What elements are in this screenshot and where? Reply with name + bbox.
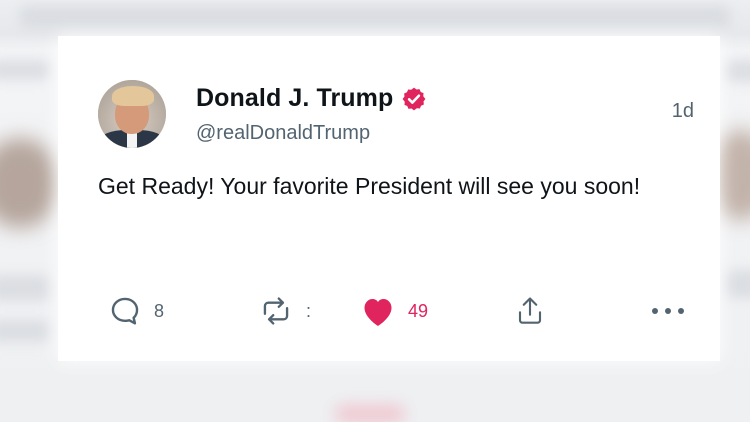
share-button[interactable] xyxy=(515,294,545,328)
retweet-count: : xyxy=(306,300,312,321)
more-horizontal-icon xyxy=(650,306,686,316)
blurred-strip xyxy=(0,320,50,342)
retweet-button[interactable]: : xyxy=(258,294,311,328)
blurred-strip xyxy=(0,275,50,301)
blurred-strip xyxy=(20,6,730,28)
like-button[interactable]: 49 xyxy=(360,294,428,328)
like-count: 49 xyxy=(408,300,429,321)
tweet-text: Get Ready! Your favorite President will … xyxy=(98,173,641,199)
blurred-strip xyxy=(725,270,750,298)
share-icon xyxy=(515,294,545,328)
timestamp[interactable]: 1d xyxy=(672,100,694,123)
display-name[interactable]: Donald J. Trump xyxy=(196,84,393,113)
avatar[interactable] xyxy=(98,80,166,148)
retweet-icon xyxy=(258,294,294,328)
heart-icon xyxy=(360,294,396,328)
blurred-strip xyxy=(725,60,750,82)
blurred-avatar xyxy=(0,138,60,228)
handle[interactable]: @realDonaldTrump xyxy=(196,122,370,145)
more-options-button[interactable] xyxy=(650,306,686,316)
reply-button[interactable]: 8 xyxy=(108,294,164,328)
blurred-strip xyxy=(0,60,50,80)
comment-bubble-icon xyxy=(108,294,142,328)
reply-count: 8 xyxy=(154,300,165,321)
tweet-card[interactable]: Donald J. Trump @realDonaldTrump 1d Get … xyxy=(58,36,720,361)
blurred-heart xyxy=(335,405,405,422)
author-name-row: Donald J. Trump xyxy=(196,84,427,113)
verified-badge-icon xyxy=(401,86,427,112)
